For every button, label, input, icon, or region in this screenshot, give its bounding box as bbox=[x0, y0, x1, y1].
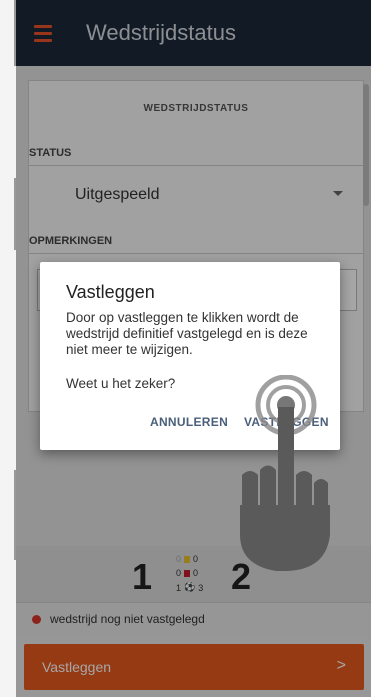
tap-hand-icon bbox=[240, 375, 330, 571]
dialog-message: Door op vastleggen te klikken wordt de w… bbox=[66, 310, 308, 357]
left-strip bbox=[0, 0, 16, 697]
dialog-title: Vastleggen bbox=[66, 282, 155, 302]
phone-screen: Wedstrijdstatus WEDSTRIJDSTATUS STATUS U… bbox=[16, 0, 371, 697]
dialog-question: Weet u het zeker? bbox=[66, 376, 176, 391]
